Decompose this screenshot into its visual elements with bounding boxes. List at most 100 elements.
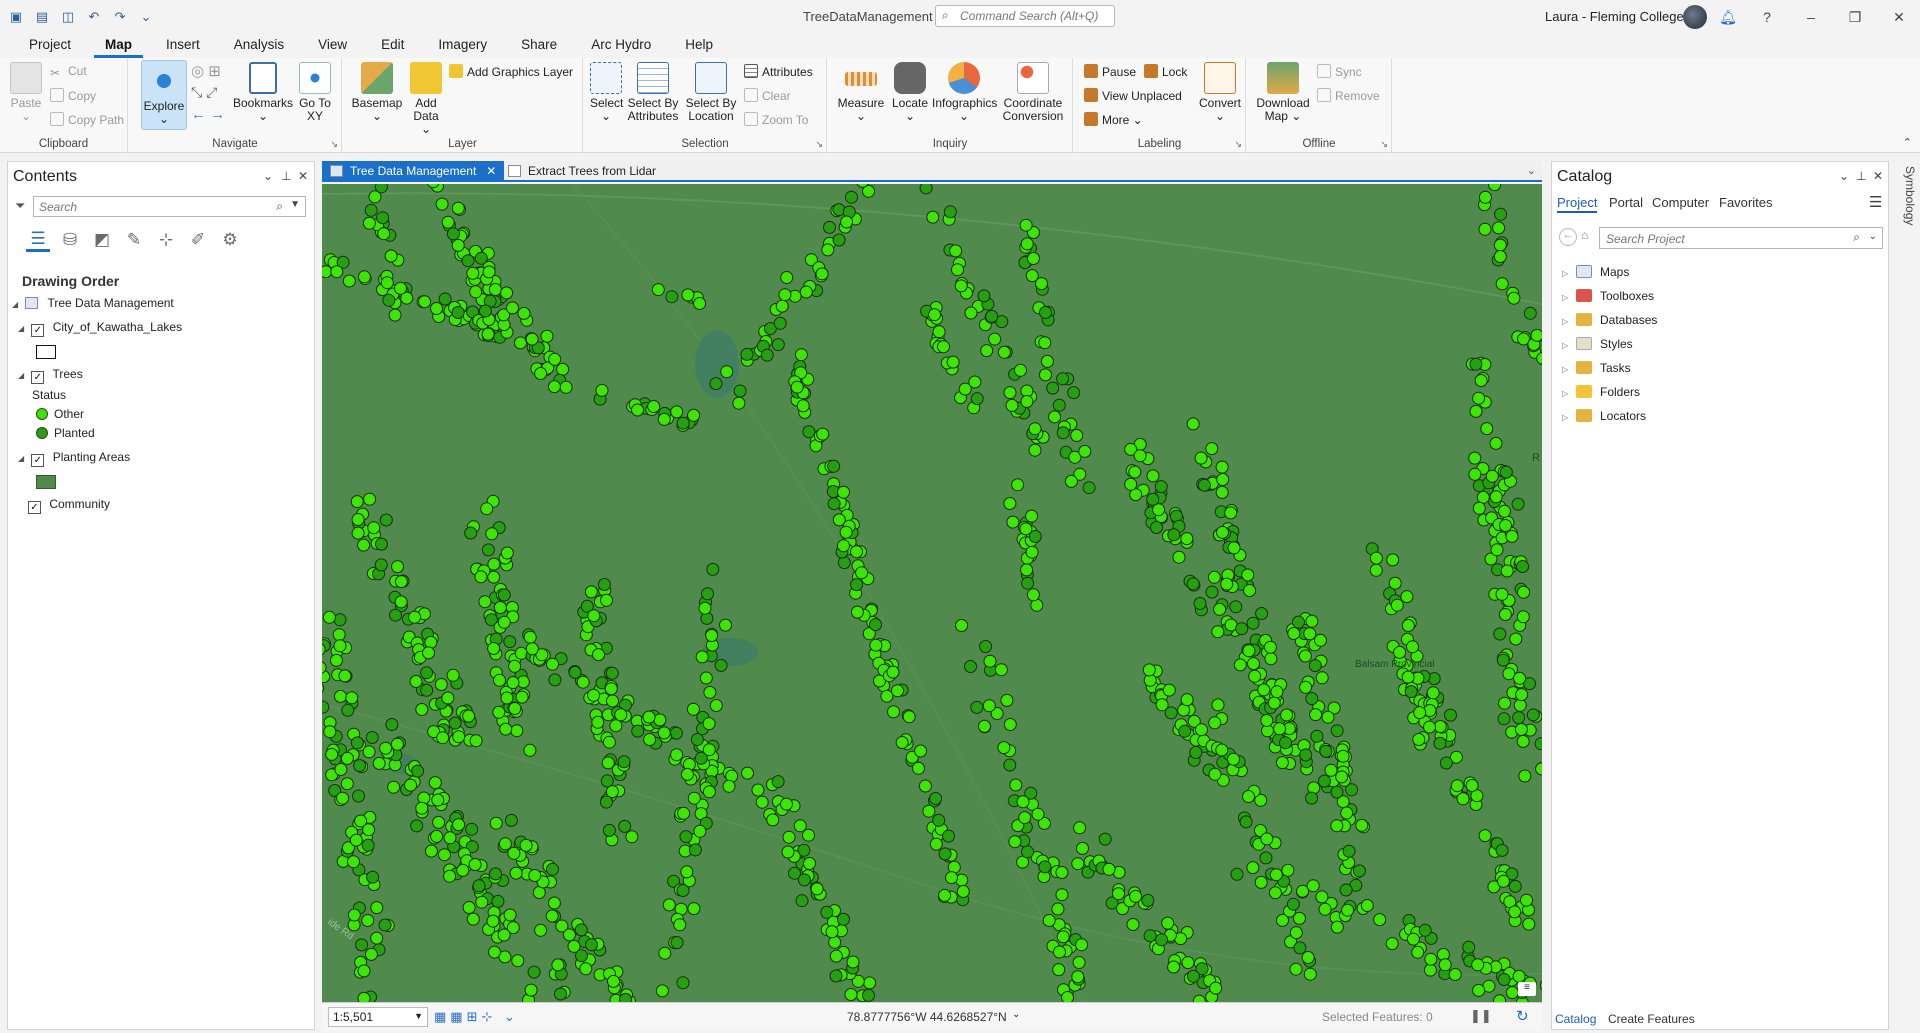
- collapse-arrow-icon[interactable]: ◢: [18, 454, 28, 463]
- tree-point[interactable]: [1518, 769, 1532, 783]
- list-by-drawing-order-icon[interactable]: ☰: [26, 228, 50, 252]
- tree-point[interactable]: [510, 724, 524, 738]
- tree-point[interactable]: [350, 495, 364, 509]
- tree-point[interactable]: [1468, 467, 1482, 481]
- tree-point[interactable]: [1534, 737, 1542, 751]
- tree-point[interactable]: [1269, 868, 1283, 882]
- tree-point[interactable]: [548, 352, 562, 366]
- tree-point[interactable]: [1040, 354, 1054, 368]
- tree-point[interactable]: [547, 380, 561, 394]
- tree-point[interactable]: [493, 601, 507, 614]
- zoom-to-button[interactable]: Zoom To: [744, 112, 808, 127]
- tree-point[interactable]: [1208, 767, 1222, 781]
- tree-point[interactable]: [1305, 614, 1319, 628]
- tree-point[interactable]: [1230, 867, 1244, 881]
- tree-point[interactable]: [1039, 306, 1052, 319]
- tree-point[interactable]: [802, 425, 816, 439]
- tree-point[interactable]: [1021, 845, 1034, 859]
- coordinate-conversion-button[interactable]: Coordinate Conversion: [998, 62, 1068, 123]
- tree-point[interactable]: [1369, 551, 1383, 565]
- tree-point[interactable]: [1472, 391, 1486, 405]
- tree-point[interactable]: [431, 793, 445, 807]
- tree-point[interactable]: [379, 513, 393, 527]
- tree-point[interactable]: [1126, 918, 1140, 931]
- tree-point[interactable]: [437, 848, 451, 862]
- tree-point[interactable]: [1211, 625, 1225, 639]
- tree-point[interactable]: [1061, 991, 1074, 1003]
- tree-point[interactable]: [997, 741, 1011, 755]
- tree-point[interactable]: [829, 969, 843, 983]
- tree-point[interactable]: [1273, 722, 1287, 736]
- tree-point[interactable]: [802, 828, 815, 842]
- tree-point[interactable]: [435, 197, 449, 211]
- tree-point[interactable]: [1026, 588, 1040, 602]
- tree-point[interactable]: [551, 958, 565, 972]
- list-by-data-source-icon[interactable]: ⛁: [58, 228, 82, 252]
- tab-share[interactable]: Share: [510, 34, 568, 58]
- tree-point[interactable]: [1197, 478, 1211, 492]
- tree-point[interactable]: [322, 700, 330, 714]
- tree-point[interactable]: [517, 306, 531, 320]
- customize-toolbar-icon[interactable]: ⌄: [136, 8, 156, 26]
- list-by-charts-icon[interactable]: ⚙: [218, 228, 242, 252]
- tree-point[interactable]: [480, 502, 494, 516]
- tree-point[interactable]: [606, 694, 619, 708]
- tree-point[interactable]: [1146, 469, 1160, 483]
- map-view[interactable]: Balsam Provincial ide Rd R ≡: [322, 184, 1542, 1002]
- tree-point[interactable]: [353, 759, 367, 773]
- tree-point[interactable]: [1287, 627, 1301, 640]
- tree-point[interactable]: [687, 791, 701, 805]
- tree-point[interactable]: [703, 685, 717, 699]
- tree-point[interactable]: [1035, 277, 1048, 291]
- tree-point[interactable]: [534, 923, 548, 937]
- tree-point[interactable]: [1009, 778, 1023, 792]
- tree-point[interactable]: [676, 884, 690, 897]
- tree-point[interactable]: [1260, 832, 1274, 846]
- tree-point[interactable]: [1471, 958, 1485, 972]
- tree-point[interactable]: [350, 736, 364, 750]
- tree-point[interactable]: [1048, 410, 1062, 424]
- tree-point[interactable]: [523, 743, 537, 757]
- tree-point[interactable]: [1315, 671, 1329, 685]
- tree-point[interactable]: [719, 618, 732, 632]
- tree-point[interactable]: [1340, 806, 1354, 820]
- tree-point[interactable]: [1336, 749, 1350, 763]
- tree-point[interactable]: [1142, 663, 1156, 677]
- undo-icon[interactable]: ↶: [84, 8, 104, 26]
- tree-point[interactable]: [404, 778, 418, 792]
- tree-point[interactable]: [796, 399, 810, 413]
- tree-point[interactable]: [462, 709, 476, 723]
- tree-point[interactable]: [670, 748, 684, 762]
- tree-point[interactable]: [384, 249, 398, 263]
- tree-point[interactable]: [1314, 633, 1327, 647]
- tree-point[interactable]: [524, 983, 538, 997]
- tree-point[interactable]: [436, 731, 450, 745]
- list-by-labeling-icon[interactable]: ✐: [186, 228, 210, 252]
- tree-point[interactable]: [1289, 926, 1303, 940]
- tree-point[interactable]: [432, 815, 446, 829]
- tree-point[interactable]: [592, 648, 605, 662]
- new-project-icon[interactable]: ▣: [6, 8, 26, 26]
- tree-point[interactable]: [322, 265, 333, 279]
- tree-point[interactable]: [880, 689, 894, 703]
- catalog-item-folders[interactable]: ▷ Folders: [1562, 385, 1640, 399]
- tree-point[interactable]: [434, 678, 448, 691]
- tree-point[interactable]: [488, 283, 502, 296]
- tree-point[interactable]: [1189, 746, 1203, 759]
- measure-button[interactable]: Measure ⌄: [836, 62, 886, 123]
- tab-arc-hydro[interactable]: Arc Hydro: [580, 34, 662, 58]
- tree-point[interactable]: [462, 901, 476, 914]
- tree-point[interactable]: [1310, 729, 1324, 743]
- tree-point[interactable]: [554, 987, 567, 1001]
- tree-point[interactable]: [481, 543, 495, 557]
- tree-point[interactable]: [869, 638, 883, 652]
- tree-point[interactable]: [1146, 492, 1160, 506]
- tree-point[interactable]: [693, 297, 707, 310]
- tree-point[interactable]: [1019, 218, 1033, 232]
- tree-point[interactable]: [1423, 720, 1436, 734]
- tree-point[interactable]: [775, 299, 789, 313]
- tree-point[interactable]: [994, 663, 1008, 677]
- tree-point[interactable]: [1517, 585, 1531, 599]
- tree-point[interactable]: [1220, 577, 1234, 591]
- tree-point[interactable]: [1488, 184, 1502, 192]
